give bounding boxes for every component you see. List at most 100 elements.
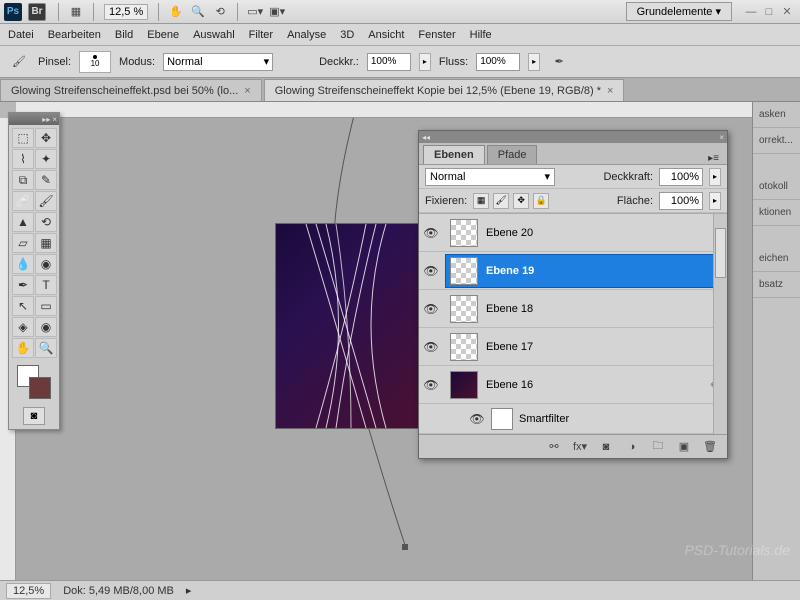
eraser-tool-icon[interactable]: ▱	[12, 233, 34, 253]
background-color-swatch[interactable]	[29, 377, 51, 399]
tab-ebenen[interactable]: Ebenen	[423, 145, 485, 164]
stamp-tool-icon[interactable]: ▲	[12, 212, 34, 232]
zoom-tool-icon[interactable]: 🔍	[189, 3, 207, 21]
layer-row[interactable]: 👁 Ebene 19	[419, 252, 727, 290]
layer-row[interactable]: 👁 Ebene 18	[419, 290, 727, 328]
lock-all-icon[interactable]: 🔒	[533, 193, 549, 209]
move-tool-icon[interactable]: ✥	[35, 128, 57, 148]
lock-transparency-icon[interactable]: ▦	[473, 193, 489, 209]
gradient-tool-icon[interactable]: ▦	[35, 233, 57, 253]
tab-close-icon[interactable]: ×	[244, 85, 250, 97]
layer-row[interactable]: 👁 Ebene 16◈	[419, 366, 727, 404]
zoom-tool-icon[interactable]: 🔍	[35, 338, 57, 358]
path-select-tool-icon[interactable]: ↖	[12, 296, 34, 316]
blur-tool-icon[interactable]: 💧	[12, 254, 34, 274]
layer-style-icon[interactable]: fx▾	[571, 439, 589, 455]
menu-hilfe[interactable]: Hilfe	[470, 29, 492, 41]
delete-layer-icon[interactable]: 🗑	[701, 439, 719, 455]
dock-panel-button[interactable]: otokoll	[753, 174, 800, 200]
bridge-logo-icon[interactable]: Br	[28, 3, 46, 21]
menu-ebene[interactable]: Ebene	[147, 29, 179, 41]
healing-tool-icon[interactable]: 🩹	[12, 191, 34, 211]
link-layers-icon[interactable]: ⚯	[545, 439, 563, 455]
brush-tool-icon[interactable]: 🖌	[35, 191, 57, 211]
lock-position-icon[interactable]: ✥	[513, 193, 529, 209]
layer-mask-icon[interactable]: ◙	[597, 439, 615, 455]
adjustment-layer-icon[interactable]: ◑	[623, 439, 641, 455]
layer-row[interactable]: 👁 Ebene 20	[419, 214, 727, 252]
layer-group-icon[interactable]: 🗀	[649, 439, 667, 455]
arrange-docs-icon[interactable]: ▭▾	[246, 3, 264, 21]
menu-bearbeiten[interactable]: Bearbeiten	[48, 29, 101, 41]
visibility-eye-icon[interactable]: 👁	[423, 263, 439, 279]
menu-datei[interactable]: Datei	[8, 29, 34, 41]
screen-mode-icon[interactable]: ▣▾	[268, 3, 286, 21]
opacity-input[interactable]	[367, 53, 411, 71]
doc-tab-1[interactable]: Glowing Streifenscheineffekt.psd bei 50%…	[0, 79, 262, 101]
launch-icon[interactable]: ▦	[67, 3, 85, 21]
zoom-level-select[interactable]: 12,5 %	[104, 4, 148, 20]
menu-3d[interactable]: 3D	[340, 29, 354, 41]
blend-mode-select[interactable]: Normal▾	[163, 53, 273, 71]
panel-menu-icon[interactable]: ▸≡	[704, 153, 723, 164]
hand-tool-icon[interactable]: ✋	[12, 338, 34, 358]
menu-analyse[interactable]: Analyse	[287, 29, 326, 41]
color-swatches[interactable]	[9, 361, 59, 403]
lasso-tool-icon[interactable]: ⌇	[12, 149, 34, 169]
close-icon[interactable]: ✕	[780, 5, 794, 19]
visibility-eye-icon[interactable]: 👁	[469, 411, 485, 427]
dock-panel-button[interactable]: asken	[753, 102, 800, 128]
dock-panel-button[interactable]: bsatz	[753, 272, 800, 298]
pen-tool-icon[interactable]: ✒	[12, 275, 34, 295]
new-layer-icon[interactable]: ▣	[675, 439, 693, 455]
tab-pfade[interactable]: Pfade	[487, 145, 538, 164]
airbrush-icon[interactable]: ✒	[550, 53, 568, 71]
menu-filter[interactable]: Filter	[249, 29, 273, 41]
layer-row[interactable]: 👁 Ebene 17	[419, 328, 727, 366]
marquee-tool-icon[interactable]: ⬚	[12, 128, 34, 148]
dodge-tool-icon[interactable]: ◉	[35, 254, 57, 274]
dock-panel-button[interactable]: eichen	[753, 246, 800, 272]
doc-tab-2[interactable]: Glowing Streifenscheineffekt Kopie bei 1…	[264, 79, 625, 101]
menu-fenster[interactable]: Fenster	[418, 29, 455, 41]
toolbox-close-icon[interactable]: ×	[52, 115, 57, 124]
magic-wand-tool-icon[interactable]: ✦	[35, 149, 57, 169]
history-brush-tool-icon[interactable]: ⟲	[35, 212, 57, 232]
rotate-view-icon[interactable]: ⟲	[211, 3, 229, 21]
menu-bild[interactable]: Bild	[115, 29, 133, 41]
maximize-icon[interactable]: □	[762, 5, 776, 19]
minimize-icon[interactable]: —	[744, 5, 758, 19]
type-tool-icon[interactable]: T	[35, 275, 57, 295]
shape-tool-icon[interactable]: ▭	[35, 296, 57, 316]
opacity-flyout-icon[interactable]: ▸	[419, 53, 431, 71]
menu-auswahl[interactable]: Auswahl	[193, 29, 235, 41]
workspace-switcher[interactable]: Grundelemente ▾	[626, 2, 732, 21]
crop-tool-icon[interactable]: ⧉	[12, 170, 34, 190]
flow-flyout-icon[interactable]: ▸	[528, 53, 540, 71]
dock-panel-button[interactable]: orrekt...	[753, 128, 800, 154]
status-flyout-icon[interactable]: ▸	[186, 584, 192, 597]
layer-fill-input[interactable]	[659, 192, 703, 210]
dock-panel-button[interactable]: ktionen	[753, 200, 800, 226]
menu-ansicht[interactable]: Ansicht	[368, 29, 404, 41]
visibility-eye-icon[interactable]: 👁	[423, 377, 439, 393]
smartfilter-row[interactable]: 👁 Smartfilter	[419, 404, 727, 434]
layers-scrollbar[interactable]	[713, 214, 727, 434]
visibility-eye-icon[interactable]: 👁	[423, 339, 439, 355]
visibility-eye-icon[interactable]: 👁	[423, 301, 439, 317]
tab-close-icon[interactable]: ×	[607, 85, 613, 97]
status-zoom[interactable]: 12,5%	[6, 583, 51, 599]
layer-opacity-input[interactable]	[659, 168, 703, 186]
panel-close-icon[interactable]: ×	[719, 133, 724, 142]
toolbox-collapse-icon[interactable]: ▸▸	[42, 115, 50, 124]
flow-input[interactable]	[476, 53, 520, 71]
layer-blend-mode-select[interactable]: Normal▾	[425, 168, 555, 186]
hand-tool-icon[interactable]: ✋	[167, 3, 185, 21]
lock-pixels-icon[interactable]: 🖌	[493, 193, 509, 209]
quick-mask-icon[interactable]: ◙	[23, 407, 45, 425]
panel-collapse-icon[interactable]: ◂◂	[422, 133, 430, 142]
visibility-eye-icon[interactable]: 👁	[423, 225, 439, 241]
3d-camera-tool-icon[interactable]: ◉	[35, 317, 57, 337]
fill-slider-icon[interactable]: ▸	[709, 192, 721, 210]
eyedropper-tool-icon[interactable]: ✎	[35, 170, 57, 190]
